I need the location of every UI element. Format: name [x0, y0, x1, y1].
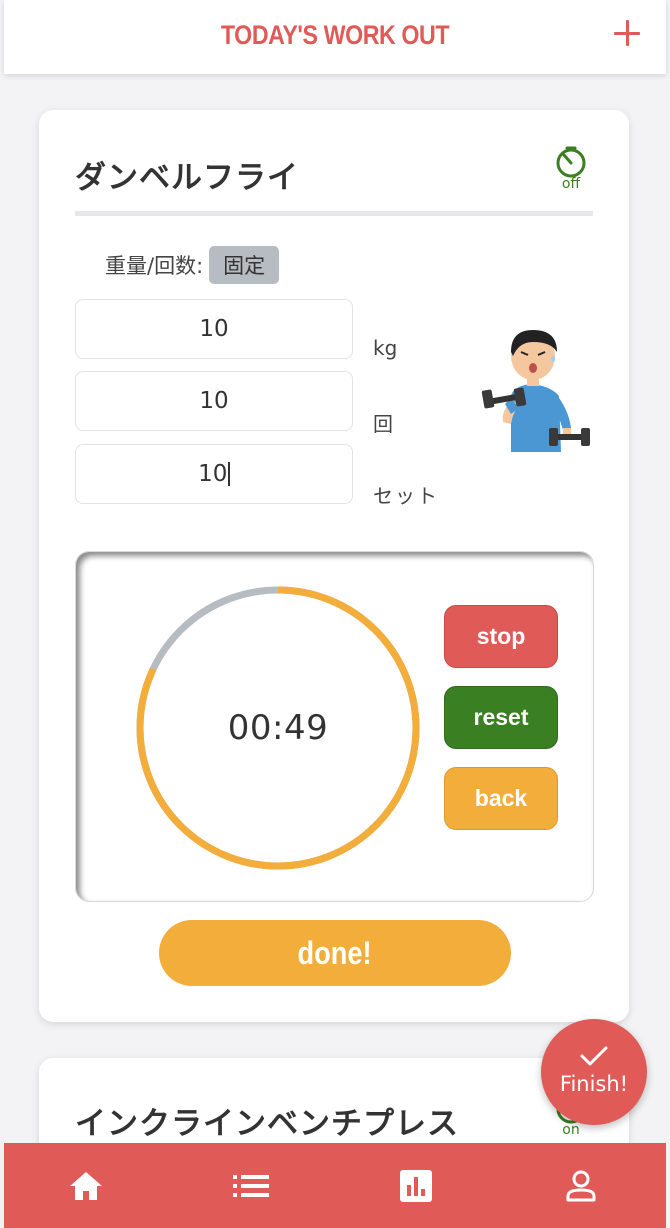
sets-value: 10: [198, 461, 228, 487]
sets-input[interactable]: 10: [75, 444, 353, 504]
timer-panel: 00:49 stop reset back: [75, 551, 594, 902]
check-icon: [580, 1046, 608, 1066]
weight-unit: kg: [373, 336, 398, 360]
list-icon: [233, 1174, 269, 1197]
dumbbell-man-illustration: [481, 330, 590, 452]
done-label: done!: [297, 934, 373, 971]
exercise-name: インクラインベンチプレス: [75, 1106, 459, 1142]
fixed-badge[interactable]: 固定: [209, 246, 280, 284]
done-button[interactable]: done!: [159, 920, 511, 986]
reps-value: 10: [199, 388, 229, 414]
text-caret: [228, 462, 230, 486]
timer-toggle[interactable]: off: [553, 146, 589, 192]
nav-stats[interactable]: [376, 1143, 456, 1228]
reset-button[interactable]: reset: [444, 686, 558, 749]
chart-icon: [400, 1169, 432, 1202]
exercise-card: ダンベルフライ off 重量/回数: 固定 10 kg 10 回 10 セット: [39, 110, 629, 1022]
exercise-name: ダンベルフライ: [75, 160, 299, 196]
divider: [75, 211, 593, 216]
app-frame: TODAY'S WORK OUT ダンベルフライ off 重量/回数: 固定 1…: [4, 0, 666, 1228]
reps-unit: 回: [373, 412, 393, 436]
finish-label: Finish!: [559, 1072, 629, 1096]
bottom-nav: [4, 1143, 666, 1228]
top-bar: TODAY'S WORK OUT: [4, 0, 666, 74]
weight-input[interactable]: 10: [75, 299, 353, 359]
fixed-label: 重量/回数:: [105, 254, 204, 278]
profile-icon: [566, 1170, 596, 1201]
stopwatch-icon: [556, 146, 586, 178]
stop-button[interactable]: stop: [444, 605, 558, 668]
back-button[interactable]: back: [444, 767, 558, 830]
weight-value: 10: [199, 316, 229, 342]
plus-icon[interactable]: [614, 20, 640, 46]
timer-time: 00:49: [227, 708, 329, 748]
timer-toggle-label: on: [562, 1122, 580, 1138]
finish-button[interactable]: Finish!: [541, 1019, 647, 1125]
sets-unit: セット: [373, 484, 439, 508]
nav-profile[interactable]: [541, 1143, 621, 1228]
page-title: TODAY'S WORK OUT: [220, 20, 450, 50]
reps-input[interactable]: 10: [75, 371, 353, 431]
timer-toggle-label: off: [561, 176, 581, 192]
home-icon: [70, 1171, 102, 1200]
fixed-row: 重量/回数: 固定: [105, 246, 280, 284]
nav-home[interactable]: [46, 1143, 126, 1228]
nav-list[interactable]: [211, 1143, 291, 1228]
